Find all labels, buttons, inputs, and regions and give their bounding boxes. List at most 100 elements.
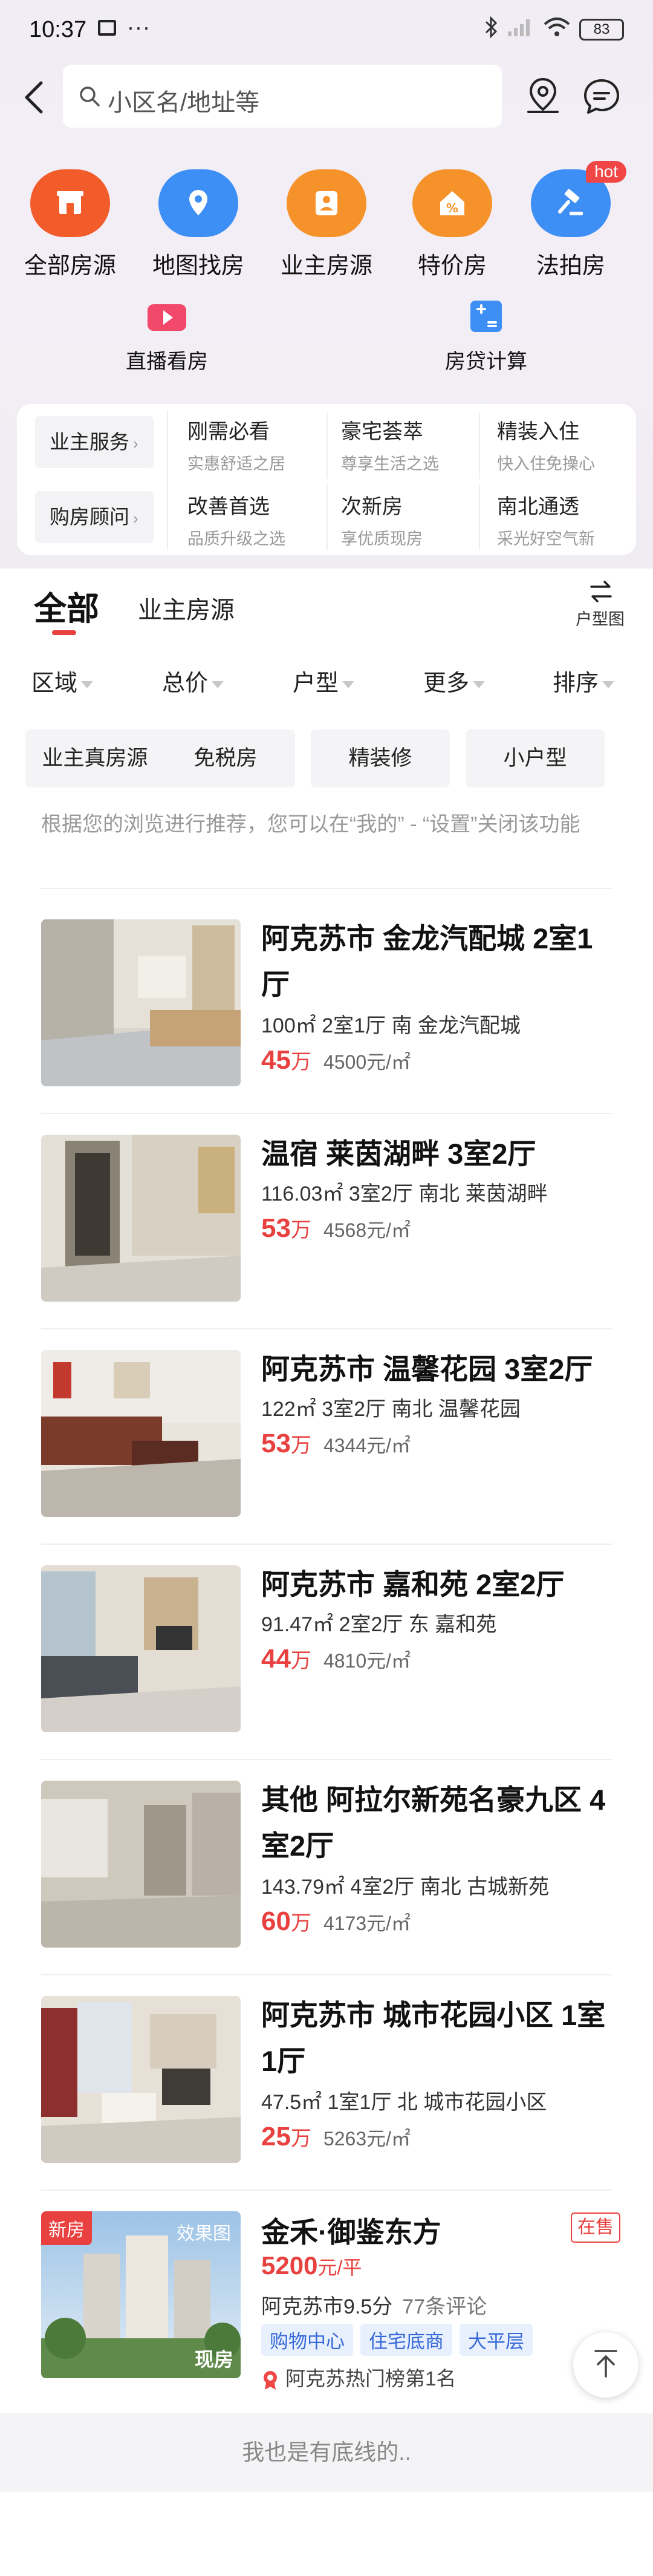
listing-price-line: 44万 4810元/㎡ [261,1644,411,1674]
swap-icon[interactable] [589,579,613,610]
chip-tax-free[interactable]: 免税房 [156,729,295,787]
service-subtitle: 享优质现房 [341,530,423,548]
search-input[interactable]: 小区名/地址等 [63,65,502,128]
listing-title: 阿克苏市 金龙汽配城 2室1厅 [261,922,593,1000]
divider [167,410,168,550]
project-info: 阿克苏市9.5分 77条评论 [261,2290,487,2320]
buyer-advisor-label: 购房顾问 [50,506,129,528]
wifi-icon [543,17,571,42]
arrow-up-icon [591,2347,621,2383]
filter-label: 总价 [162,671,209,696]
caret-down-icon [602,680,615,688]
listing-price-line: 53万 4344元/㎡ [261,1429,411,1459]
listing-item[interactable]: 阿克苏市 金龙汽配城 2室1厅 100㎡ 2室1厅 南 金龙汽配城 45万 450… [41,919,612,1114]
nav-auction[interactable]: hot 法拍房 [510,161,631,280]
building-icon [30,169,110,237]
listing-price: 53 [261,1429,291,1458]
tab-owner-listings[interactable]: 业主房源 [138,590,235,625]
filter-more[interactable]: 更多 [423,664,486,697]
service-title: 次新房 [341,495,403,518]
listing-photo [41,1135,241,1302]
filter-sort[interactable]: 排序 [553,664,615,697]
signal-icon [507,17,534,42]
on-sale-badge: 在售 [571,2212,620,2243]
chip-small-unit[interactable]: 小户型 [466,729,605,787]
nav-mortgage-calculator[interactable]: 房贷计算 [414,298,559,374]
service-item[interactable]: 精装入住 快入住免操心 [497,415,642,474]
divider [326,484,328,550]
chip-fine-decoration[interactable]: 精装修 [311,729,450,787]
listing-price-line: 53万 4568元/㎡ [261,1213,411,1244]
battery-icon: 83 [579,19,624,41]
trophy-icon [261,2370,279,2390]
tab-active-indicator [52,630,76,635]
nav-label: 业主房源 [280,253,372,279]
listing-price: 60 [261,1906,291,1936]
service-item[interactable]: 南北通透 采光好空气新 [497,490,642,549]
listing-item[interactable]: 温宿 莱茵湖畔 3室2厅 116.03㎡ 3室2厅 南北 莱茵湖畔 53万 456… [41,1135,612,1329]
price-unit: 元/平 [317,2257,362,2278]
status-time: 10:37 [29,17,87,42]
listing-unit-price: 4810元/㎡ [323,1650,411,1672]
new-project-item[interactable]: 新房 效果图 现房 金禾·御鉴东方 在售 5200元/平 阿克苏市9.5分 77条… [41,2211,620,2393]
message-icon[interactable] [582,77,622,117]
listing-item[interactable]: 阿克苏市 城市花园小区 1室1厅 47.5㎡ 1室1厅 北 城市花园小区 25万… [41,1996,612,2191]
filter-label: 排序 [553,671,599,696]
filter-area[interactable]: 区域 [31,664,94,697]
listing-price: 25 [261,2122,291,2151]
service-subtitle: 尊享生活之选 [341,455,439,473]
project-price: 5200 [261,2251,318,2280]
tab-all[interactable]: 全部 [34,582,99,630]
listing-photo [41,1350,241,1517]
listing-item[interactable]: 阿克苏市 嘉和苑 2室2厅 91.47㎡ 2室2厅 东 嘉和苑 44万 4810元… [41,1565,612,1760]
recommendation-notice: 根据您的浏览进行推荐，您可以在“我的” - “设置”关闭该功能 [41,813,580,836]
back-to-top-button[interactable] [573,2332,638,2398]
search-bar-row: 小区名/地址等 [0,64,653,130]
floor-plan-label[interactable]: 户型图 [576,606,625,630]
listing-item[interactable]: 阿克苏市 温馨花园 3室2厅 122㎡ 3室2厅 南北 温馨花园 53万 4344… [41,1350,612,1545]
nav-owner-listings[interactable]: 业主房源 [266,169,387,280]
nav-all-listings[interactable]: 全部房源 [10,169,131,280]
listing-title: 阿克苏市 温馨花园 3室2厅 [261,1353,593,1385]
listing-unit-price: 4568元/㎡ [323,1219,411,1241]
svg-text:%: % [446,201,458,215]
service-title: 豪宅荟萃 [341,420,423,443]
chevron-right-icon: › [133,434,138,452]
filter-layout[interactable]: 户型 [293,664,355,697]
search-icon [77,84,102,108]
status-bar: 10:37 ··· 83 [0,0,653,60]
project-rank: 阿克苏热门榜第1名 [261,2362,456,2392]
service-item[interactable]: 改善首选 品质升级之选 [187,490,333,549]
filter-label: 区域 [31,671,78,696]
divider [41,1759,612,1760]
listing-price: 44 [261,1644,291,1674]
listing-unit-price: 4173元/㎡ [323,1912,411,1934]
buyer-advisor-button[interactable]: 购房顾问 › [35,491,154,543]
discount-icon: % [412,169,492,237]
owner-service-button[interactable]: 业主服务 › [35,416,154,468]
nav-map-search[interactable]: 地图找房 [138,169,259,280]
service-item[interactable]: 次新房 享优质现房 [341,490,486,549]
listing-tabs: 全部 业主房源 户型图 [0,569,653,647]
divider [41,1974,612,1975]
nav-label: 法拍房 [536,253,605,279]
nav-special-offer[interactable]: % 特价房 [392,169,513,280]
price-unit: 万 [290,1219,311,1242]
service-item[interactable]: 豪宅荟萃 尊享生活之选 [341,415,486,474]
filter-total-price[interactable]: 总价 [162,664,224,697]
listing-title: 阿克苏市 城市花园小区 1室1厅 [261,1999,606,2077]
filter-bar: 区域 总价 户型 更多 排序 [0,647,653,714]
service-item[interactable]: 刚需必看 实惠舒适之居 [187,415,333,474]
divider [326,412,328,479]
rendering-tag: 效果图 [177,2224,231,2244]
listing-item[interactable]: 其他 阿拉尔新苑名豪九区 4室2厅 143.79㎡ 4室2厅 南北 古城新苑 6… [41,1781,612,1975]
nav-live-viewing[interactable]: 直播看房 [94,298,239,374]
bluetooth-icon [484,16,498,44]
owner-service-label: 业主服务 [50,431,129,453]
back-arrow-icon[interactable] [22,79,46,116]
chevron-right-icon: › [133,509,138,527]
chip-owner-verified[interactable]: 业主真房源 [25,729,164,787]
divider [41,1328,612,1329]
location-icon[interactable] [524,76,562,118]
caret-down-icon [342,680,355,688]
